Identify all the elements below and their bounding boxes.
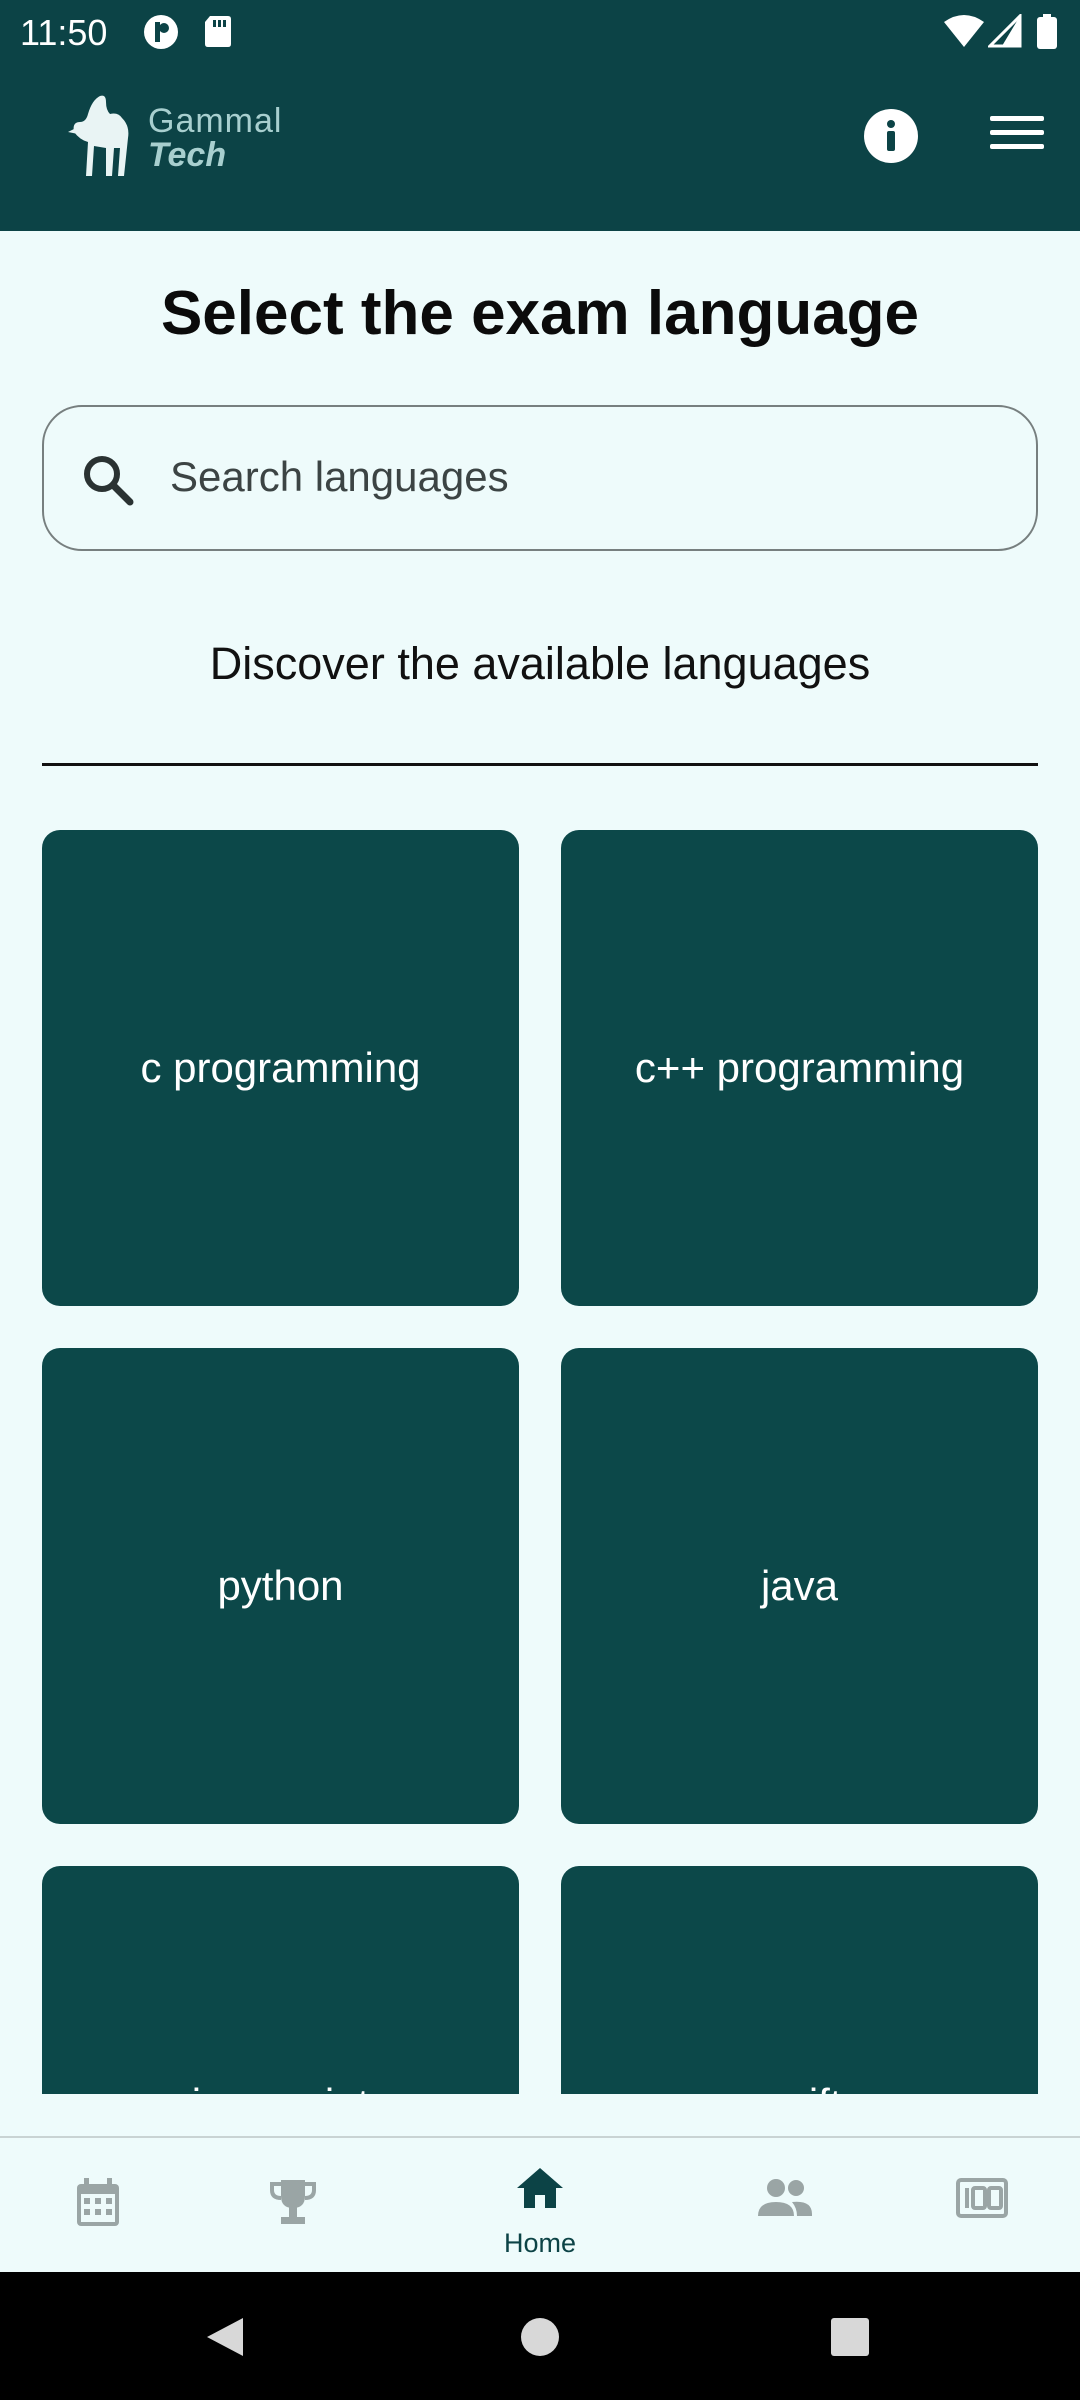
home-icon	[517, 2168, 563, 2208]
battery-icon	[1037, 14, 1057, 49]
trophy-icon	[270, 2180, 316, 2224]
app-bar: 11:50 Gammal Tech	[0, 0, 1080, 231]
nav-item-score[interactable]	[907, 2138, 1057, 2274]
sd-card-icon	[205, 16, 231, 47]
nav-item-home[interactable]: Home	[465, 2138, 615, 2274]
language-label: c programming	[140, 1044, 421, 1091]
search-icon	[84, 456, 134, 506]
people-icon	[758, 2179, 812, 2216]
divider	[42, 763, 1038, 766]
language-tile[interactable]: swift	[561, 1866, 1038, 2094]
wifi-icon	[944, 15, 984, 47]
search-placeholder: Search languages	[170, 453, 509, 500]
brand-name-line2: Tech	[148, 136, 227, 174]
language-tile[interactable]: python	[42, 1348, 519, 1824]
score-100-icon	[956, 2178, 1008, 2218]
bottom-navigation: Home	[0, 2136, 1080, 2272]
language-label: swift	[758, 2080, 842, 2094]
page-title: Select the exam language	[160, 279, 920, 348]
system-navigation-bar	[0, 2272, 1080, 2400]
signal-icon	[988, 14, 1022, 48]
calendar-icon	[77, 2178, 119, 2226]
section-heading: Discover the available languages	[209, 638, 871, 689]
hamburger-menu-icon	[990, 116, 1044, 121]
info-icon	[887, 120, 895, 151]
nav-label-home: Home	[503, 2228, 577, 2258]
language-label: javascript	[192, 2080, 369, 2094]
home-circle-icon[interactable]	[520, 2317, 560, 2357]
menu-button[interactable]	[990, 116, 1044, 156]
search-input[interactable]: Search languages	[42, 405, 1038, 551]
language-label: java	[760, 1562, 839, 1609]
app-logo: Gammal Tech	[66, 92, 306, 182]
status-time: 11:50	[20, 12, 108, 53]
back-icon[interactable]	[205, 2316, 245, 2358]
language-tile[interactable]: c programming	[42, 830, 519, 1306]
language-label: c++ programming	[634, 1044, 965, 1091]
info-button[interactable]	[864, 109, 918, 163]
language-tile[interactable]: java	[561, 1348, 1038, 1824]
nav-item-trophy[interactable]	[218, 2138, 368, 2274]
language-label: python	[217, 1562, 344, 1609]
status-bar: 11:50	[0, 0, 1080, 63]
nav-item-people[interactable]	[710, 2138, 860, 2274]
notification-app-icon	[144, 15, 178, 49]
language-tile[interactable]: c++ programming	[561, 830, 1038, 1306]
nav-item-calendar[interactable]	[23, 2138, 173, 2274]
camel-logo-icon	[68, 95, 129, 176]
language-tile[interactable]: javascript	[42, 1866, 519, 2094]
recents-icon[interactable]	[831, 2318, 869, 2356]
language-grid[interactable]: c programming c++ programming python jav…	[0, 830, 1080, 2094]
